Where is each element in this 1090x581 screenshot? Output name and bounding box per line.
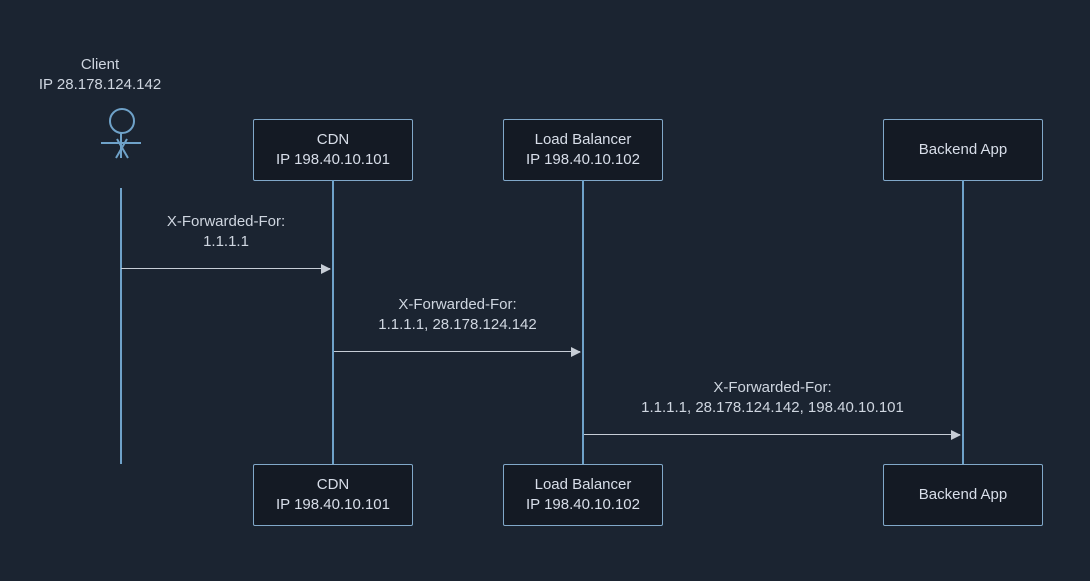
msg2-header: X-Forwarded-For:: [333, 295, 582, 315]
backend-name: Backend App: [919, 140, 1007, 160]
lb-box-bottom: Load Balancer IP 198.40.10.102: [503, 464, 663, 526]
sequence-diagram: Client IP 28.178.124.142 CDN IP 198.40.1…: [0, 0, 1090, 581]
cdn-box-top: CDN IP 198.40.10.101: [253, 119, 413, 181]
msg1-value: 1.1.1.1: [120, 232, 332, 252]
msg1-label: X-Forwarded-For: 1.1.1.1: [120, 212, 332, 253]
stick-figure-icon: [95, 108, 145, 188]
cdn-name: CDN: [317, 131, 350, 148]
msg1-header: X-Forwarded-For:: [120, 212, 332, 232]
cdn-ip: IP 198.40.10.101: [276, 151, 390, 168]
lb-ip-bottom: IP 198.40.10.102: [526, 496, 640, 513]
msg3-arrow: [584, 434, 960, 435]
backend-name-bottom: Backend App: [919, 485, 1007, 505]
msg1-arrow: [121, 268, 330, 269]
msg3-label: X-Forwarded-For: 1.1.1.1, 28.178.124.142…: [583, 378, 962, 419]
lb-box-top: Load Balancer IP 198.40.10.102: [503, 119, 663, 181]
backend-lifeline: [962, 180, 964, 464]
client-name: Client: [20, 55, 180, 75]
client-label: Client IP 28.178.124.142: [20, 55, 180, 96]
lb-name-bottom: Load Balancer: [535, 476, 632, 493]
cdn-box-bottom: CDN IP 198.40.10.101: [253, 464, 413, 526]
msg2-value: 1.1.1.1, 28.178.124.142: [333, 315, 582, 335]
msg2-arrow: [334, 351, 580, 352]
backend-box-bottom: Backend App: [883, 464, 1043, 526]
cdn-ip-bottom: IP 198.40.10.101: [276, 496, 390, 513]
client-ip: IP 28.178.124.142: [20, 75, 180, 95]
cdn-name-bottom: CDN: [317, 476, 350, 493]
lb-ip: IP 198.40.10.102: [526, 151, 640, 168]
msg3-header: X-Forwarded-For:: [583, 378, 962, 398]
lb-name: Load Balancer: [535, 131, 632, 148]
backend-box-top: Backend App: [883, 119, 1043, 181]
msg3-value: 1.1.1.1, 28.178.124.142, 198.40.10.101: [583, 398, 962, 418]
lb-lifeline: [582, 180, 584, 464]
msg2-label: X-Forwarded-For: 1.1.1.1, 28.178.124.142: [333, 295, 582, 336]
